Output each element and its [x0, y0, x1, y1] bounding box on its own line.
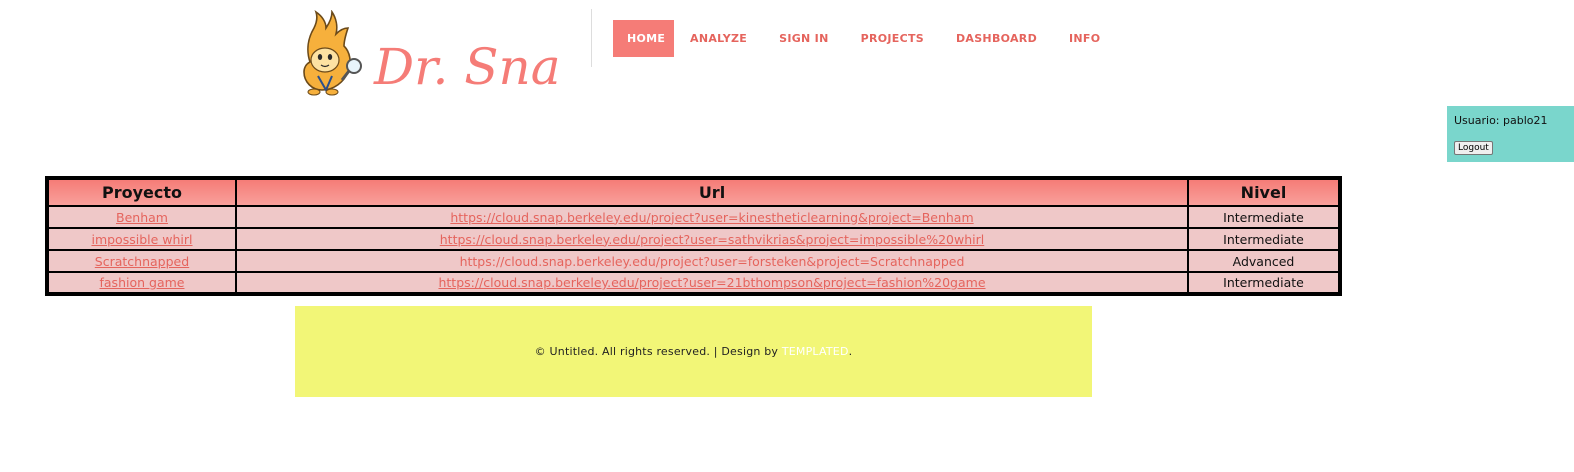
- table-row: impossible whirl https://cloud.snap.berk…: [46, 227, 1341, 251]
- project-url-cell: https://cloud.snap.berkeley.edu/project?…: [235, 271, 1189, 295]
- project-name-link[interactable]: Benham: [116, 210, 168, 225]
- nav-info[interactable]: INFO: [1053, 20, 1116, 57]
- project-name-link[interactable]: fashion game: [100, 275, 185, 290]
- project-url-cell: https://cloud.snap.berkeley.edu/project?…: [235, 205, 1189, 229]
- footer-templated-link[interactable]: TEMPLATED: [782, 345, 849, 358]
- project-level-cell: Intermediate: [1187, 227, 1341, 251]
- table-row: fashion game https://cloud.snap.berkeley…: [46, 271, 1341, 295]
- dr-snap-logo[interactable]: Dr. Snap!: [292, 9, 613, 96]
- project-url-cell: https://cloud.snap.berkeley.edu/project?…: [235, 227, 1189, 251]
- nav-analyze[interactable]: ANALYZE: [674, 20, 763, 57]
- snap-mascot-logo-icon: Dr. Snap!: [303, 9, 613, 96]
- project-name-link[interactable]: impossible whirl: [91, 232, 192, 247]
- project-name-cell: Benham: [46, 205, 237, 229]
- column-header-url: Url: [235, 177, 1189, 207]
- logout-button[interactable]: Logout: [1454, 141, 1493, 155]
- project-name-cell: Scratchnapped: [46, 249, 237, 273]
- main-nav: HOME ANALYZE SIGN IN PROJECTS DASHBOARD …: [613, 20, 1116, 57]
- nav-sign-in[interactable]: SIGN IN: [763, 20, 844, 57]
- table-row: Benham https://cloud.snap.berkeley.edu/p…: [46, 205, 1341, 229]
- project-level-cell: Intermediate: [1187, 271, 1341, 295]
- project-level-cell: Advanced: [1187, 249, 1341, 273]
- project-url-link[interactable]: https://cloud.snap.berkeley.edu/project?…: [450, 210, 973, 225]
- header-divider: [591, 9, 592, 67]
- table-row: Scratchnapped https://cloud.snap.berkele…: [46, 249, 1341, 273]
- column-header-proyecto: Proyecto: [46, 177, 237, 207]
- project-url-link[interactable]: https://cloud.snap.berkeley.edu/project?…: [438, 275, 985, 290]
- project-url-cell: https://cloud.snap.berkeley.edu/project?…: [235, 249, 1189, 273]
- nav-home[interactable]: HOME: [613, 20, 674, 57]
- footer: © Untitled. All rights reserved. | Desig…: [295, 306, 1092, 397]
- column-header-nivel: Nivel: [1187, 177, 1341, 207]
- username-label: Usuario: pablo21: [1454, 114, 1548, 127]
- table-header-row: Proyecto Url Nivel: [46, 177, 1341, 207]
- project-url-link[interactable]: https://cloud.snap.berkeley.edu/project?…: [460, 254, 965, 269]
- user-panel: Usuario: pablo21 Logout: [1447, 106, 1574, 162]
- project-name-cell: fashion game: [46, 271, 237, 295]
- nav-dashboard[interactable]: DASHBOARD: [940, 20, 1053, 57]
- project-name-cell: impossible whirl: [46, 227, 237, 251]
- projects-table: Proyecto Url Nivel Benham https://cloud.…: [45, 176, 1342, 296]
- logo-wordmark: Dr. Snap!: [373, 38, 562, 96]
- nav-projects[interactable]: PROJECTS: [845, 20, 940, 57]
- project-name-link[interactable]: Scratchnapped: [95, 254, 189, 269]
- project-url-link[interactable]: https://cloud.snap.berkeley.edu/project?…: [440, 232, 984, 247]
- footer-period: .: [848, 345, 853, 358]
- project-level-cell: Intermediate: [1187, 205, 1341, 229]
- footer-copyright: © Untitled. All rights reserved. | Desig…: [534, 345, 782, 358]
